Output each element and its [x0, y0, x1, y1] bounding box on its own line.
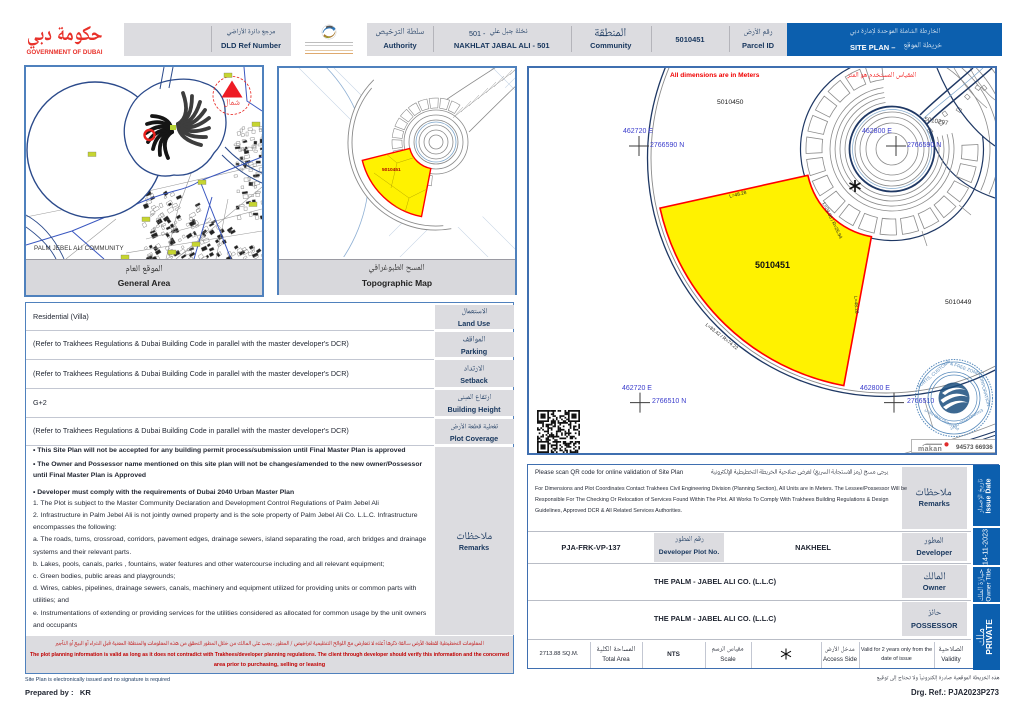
svg-text:PORTS, CUSTOMS: PORTS, CUSTOMS	[916, 359, 951, 389]
svg-text:makan: makan	[918, 446, 942, 453]
svg-text:& FREE ZONE: & FREE ZONE	[950, 361, 981, 376]
